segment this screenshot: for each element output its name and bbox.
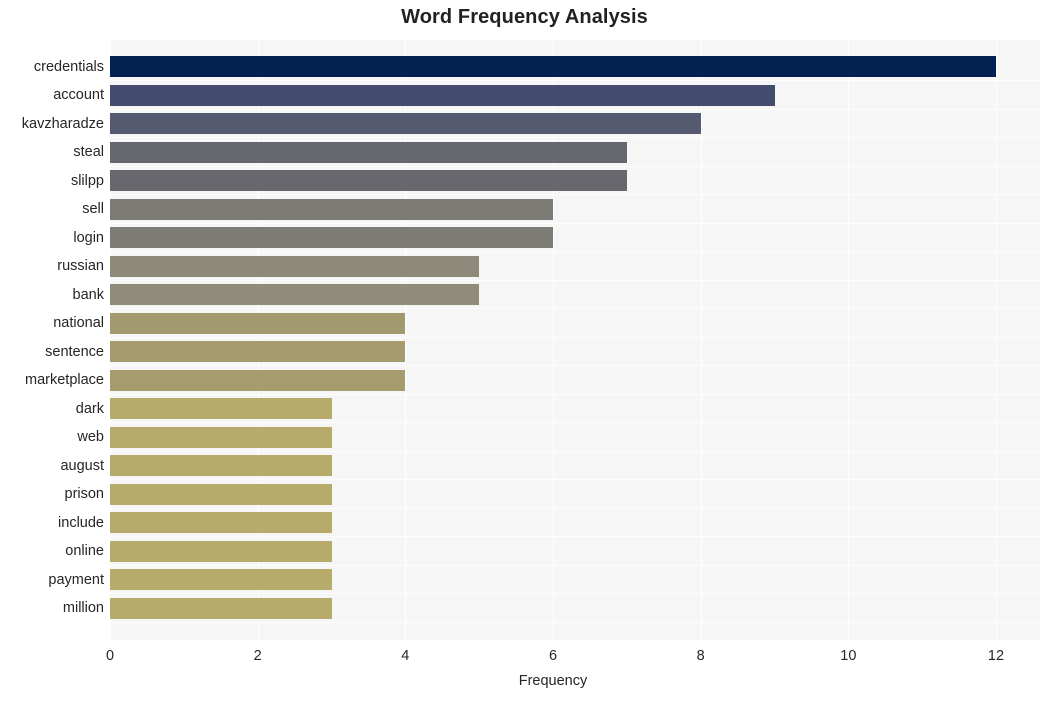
bar xyxy=(110,569,332,590)
bar xyxy=(110,284,480,305)
y-axis-tick-label: sentence xyxy=(45,343,104,360)
word-frequency-chart: Word Frequency Analysis credentials accou… xyxy=(0,0,1049,701)
bar xyxy=(110,341,406,362)
y-axis-tick-label: national xyxy=(53,315,104,331)
y-axis-tick-label: bank xyxy=(72,286,104,303)
y-axis-tick-label: slilpp xyxy=(70,172,104,189)
bar xyxy=(110,255,480,277)
bar xyxy=(110,398,332,419)
y-axis-tick-label: august xyxy=(60,457,104,474)
bar-series xyxy=(110,40,1040,640)
x-axis-tick-label: 8 xyxy=(696,648,705,664)
y-axis-tick-label: sell xyxy=(82,201,104,217)
y-axis-tick-label: kavzharadze xyxy=(21,115,104,132)
bar xyxy=(110,426,332,448)
bar xyxy=(110,540,332,562)
bar xyxy=(110,56,996,77)
x-axis-ticks: 0 2 4 6 8 10 12 xyxy=(106,640,1040,670)
bar xyxy=(110,483,332,505)
page-title: Word Frequency Analysis xyxy=(401,6,648,28)
y-axis-tick-label: payment xyxy=(48,571,104,588)
x-axis-tick-label: 4 xyxy=(401,648,410,664)
y-axis-tick-label: steal xyxy=(73,144,104,160)
y-axis-tick-label: login xyxy=(73,229,104,246)
y-axis-tick-label: dark xyxy=(75,400,104,417)
y-axis-labels: credentials account kavzharadze steal slilpp… xyxy=(0,40,104,640)
x-axis-tick-label: 6 xyxy=(548,648,558,664)
y-axis-tick-label: include xyxy=(58,514,104,531)
x-axis-tick-label: 12 xyxy=(987,648,1005,664)
y-axis-tick-label: online xyxy=(65,543,104,559)
y-axis-tick-label: credentials xyxy=(33,58,104,75)
bar xyxy=(110,512,332,533)
bar xyxy=(110,227,553,248)
bar xyxy=(110,113,701,134)
y-axis-tick-label: russian xyxy=(57,258,104,274)
y-axis-tick-label: million xyxy=(62,600,104,616)
bar xyxy=(110,455,332,476)
bar xyxy=(110,312,406,334)
bar xyxy=(110,369,406,391)
y-axis-tick-label: account xyxy=(53,87,104,103)
x-axis-title: Frequency xyxy=(518,673,588,689)
x-axis-tick-label: 2 xyxy=(253,648,262,664)
bar xyxy=(110,84,775,106)
y-axis-tick-label: prison xyxy=(64,486,105,502)
x-axis-tick-label: 0 xyxy=(105,648,115,664)
bar xyxy=(110,170,627,191)
bar xyxy=(110,141,627,163)
y-axis-tick-label: marketplace xyxy=(25,372,104,388)
plot-area xyxy=(110,40,1040,640)
x-axis-tick-label: 10 xyxy=(840,648,857,664)
bar xyxy=(110,198,553,220)
bar xyxy=(110,597,332,619)
y-axis-tick-label: web xyxy=(77,429,104,445)
